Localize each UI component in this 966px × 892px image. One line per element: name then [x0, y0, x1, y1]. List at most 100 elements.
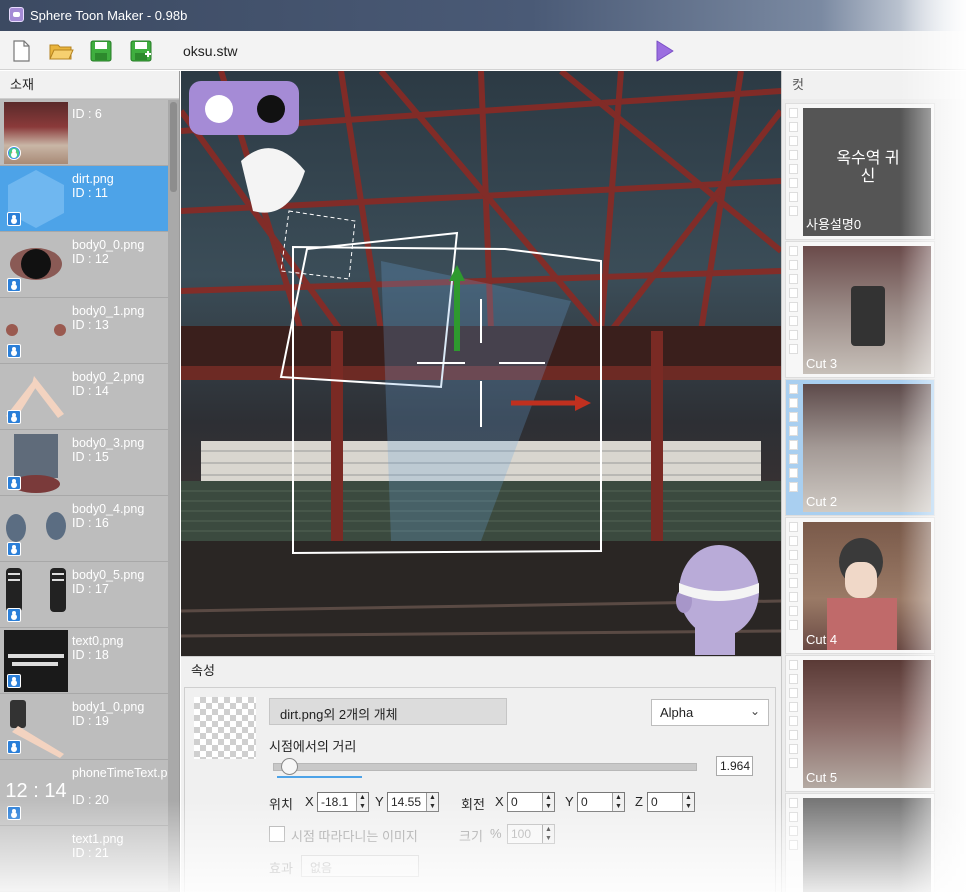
distance-value[interactable]: 1.964 [716, 756, 753, 776]
asset-id: ID : 6 [72, 107, 102, 121]
asset-item[interactable]: body0_4.png ID : 16 [0, 496, 168, 562]
rotation-z-value: 0 [651, 795, 658, 809]
size-label: 크기 [459, 829, 483, 844]
scene-canvas [181, 71, 781, 656]
new-file-icon[interactable] [8, 38, 34, 64]
person-icon [7, 278, 21, 292]
person-icon [7, 740, 21, 754]
asset-name: dirt.png [72, 172, 114, 186]
asset-item[interactable]: body1_0.png ID : 19 [0, 694, 168, 760]
assets-scrollbar[interactable] [168, 100, 179, 892]
asset-id: ID : 14 [72, 384, 109, 398]
rotation-y-value: 0 [581, 795, 588, 809]
film-strip [789, 104, 800, 239]
position-x-input[interactable]: -18.1 ▲ ▼ [317, 792, 369, 812]
properties-box: dirt.png외 2개의 개체 Alpha ⌄ 시점에서의 거리 1.964 … [184, 687, 776, 892]
window-title: Sphere Toon Maker - 0.98b [30, 8, 188, 23]
title-bar: Sphere Toon Maker - 0.98b [0, 0, 966, 31]
asset-item[interactable]: body0_0.png ID : 12 [0, 232, 168, 298]
chevron-down-icon: ⌄ [749, 704, 760, 718]
position-label: 위치 [269, 797, 293, 812]
position-y-input[interactable]: 14.55 ▲ ▼ [387, 792, 439, 812]
cut-label: 사용설명0 [806, 217, 862, 232]
cut-item[interactable]: Cut 5 [785, 655, 935, 792]
open-folder-icon[interactable] [48, 38, 74, 64]
rot-z-label: Z [635, 794, 643, 809]
blend-mode-select[interactable]: Alpha ⌄ [651, 699, 769, 726]
asset-item[interactable]: dirt.png ID : 11 [0, 166, 168, 232]
cut-item[interactable]: Cut 2 [785, 379, 935, 516]
cuts-header: 컷 [782, 71, 966, 99]
asset-name: body0_5.png [72, 568, 145, 582]
save-as-icon[interactable] [128, 38, 154, 64]
person-icon [7, 674, 21, 688]
object-name-field[interactable]: dirt.png외 2개의 개체 [269, 698, 507, 725]
asset-item[interactable]: body0_1.png ID : 13 [0, 298, 168, 364]
save-icon[interactable] [88, 38, 114, 64]
asset-list: ID : 6 dirt.png ID : 11 body0_0.png ID :… [0, 100, 180, 892]
asset-item[interactable]: body0_2.png ID : 14 [0, 364, 168, 430]
pos-y-label: Y [375, 794, 384, 809]
assets-header: 소재 [0, 71, 179, 99]
effect-select[interactable]: 없음 [301, 855, 419, 877]
cut-item[interactable]: 옥수역 귀신 사용설명0 [785, 103, 935, 240]
effect-label: 효과 [269, 861, 293, 876]
position-y-value: 14.55 [391, 795, 422, 809]
asset-item[interactable]: body0_5.png ID : 17 [0, 562, 168, 628]
rot-y-label: Y [565, 794, 574, 809]
distance-slider[interactable] [273, 763, 697, 771]
cuts-panel: 컷 옥수역 귀신 사용설명0 Cut 3 Cut 2 Cut 4 Cut 5 [781, 71, 966, 892]
asset-name: body0_0.png [72, 238, 145, 252]
rotation-x-input[interactable]: 0 ▲ ▼ [507, 792, 555, 812]
rotation-y-input[interactable]: 0 ▲ ▼ [577, 792, 625, 812]
cut-label: Cut 3 [806, 356, 838, 371]
cut-item[interactable]: Cut 3 [785, 241, 935, 378]
cut-label: Cut 2 [806, 494, 838, 509]
cut-item[interactable]: Cut 4 [785, 517, 935, 654]
pos-x-label: X [305, 794, 314, 809]
asset-name: body0_2.png [72, 370, 145, 384]
spin-arrows-icon[interactable]: ▲ ▼ [682, 793, 694, 811]
person-icon [7, 806, 21, 820]
asset-id: ID : 17 [72, 582, 109, 596]
asset-item[interactable]: text1.png ID : 21 [0, 826, 168, 892]
scene-viewport[interactable] [181, 71, 781, 656]
spin-arrows-icon[interactable]: ▲ ▼ [542, 793, 554, 811]
asset-name: body0_3.png [72, 436, 145, 450]
size-input[interactable]: 100 ▲ ▼ [507, 824, 555, 844]
spin-arrows-icon[interactable]: ▲ ▼ [426, 793, 438, 811]
asset-item[interactable]: text0.png ID : 18 [0, 628, 168, 694]
person-icon [7, 212, 21, 226]
texture-preview [194, 697, 256, 759]
filename-label: oksu.stw [183, 43, 238, 59]
rotation-z-input[interactable]: 0 ▲ ▼ [647, 792, 695, 812]
cut-item[interactable] [785, 793, 935, 892]
asset-item[interactable]: body0_3.png ID : 15 [0, 430, 168, 496]
distance-label: 시점에서의 거리 [269, 739, 357, 754]
asset-id: ID : 11 [72, 186, 108, 200]
asset-id: ID : 13 [72, 318, 109, 332]
cut-thumbnail [803, 798, 931, 892]
distance-slider-handle[interactable] [281, 758, 299, 775]
assets-panel: 소재 ID : 6 dirt.png ID : 11 body0_0.png I… [0, 71, 180, 892]
rot-x-label: X [495, 794, 504, 809]
person-icon [7, 542, 21, 556]
scrollbar-thumb[interactable] [170, 102, 177, 192]
spin-arrows-icon[interactable]: ▲ ▼ [542, 825, 554, 843]
asset-id: ID : 18 [72, 648, 109, 662]
asset-item[interactable]: 12 : 14 phoneTimeText.png ID : 20 [0, 760, 180, 826]
film-strip [789, 794, 800, 892]
person-icon [7, 410, 21, 424]
asset-item[interactable]: ID : 6 [0, 100, 168, 166]
size-value: 100 [511, 827, 532, 841]
asset-name: phoneTimeText.png [72, 766, 180, 780]
cut-label: Cut 5 [806, 770, 838, 785]
slider-range-indicator [277, 776, 362, 778]
cut-thumbnail [803, 246, 931, 374]
spin-arrows-icon[interactable]: ▲ ▼ [612, 793, 624, 811]
play-icon[interactable] [652, 39, 676, 63]
cut-title-art: 옥수역 귀신 [836, 150, 900, 185]
follow-view-checkbox[interactable] [269, 826, 285, 842]
spin-arrows-icon[interactable]: ▲ ▼ [356, 793, 368, 811]
asset-id: ID : 21 [72, 846, 109, 860]
